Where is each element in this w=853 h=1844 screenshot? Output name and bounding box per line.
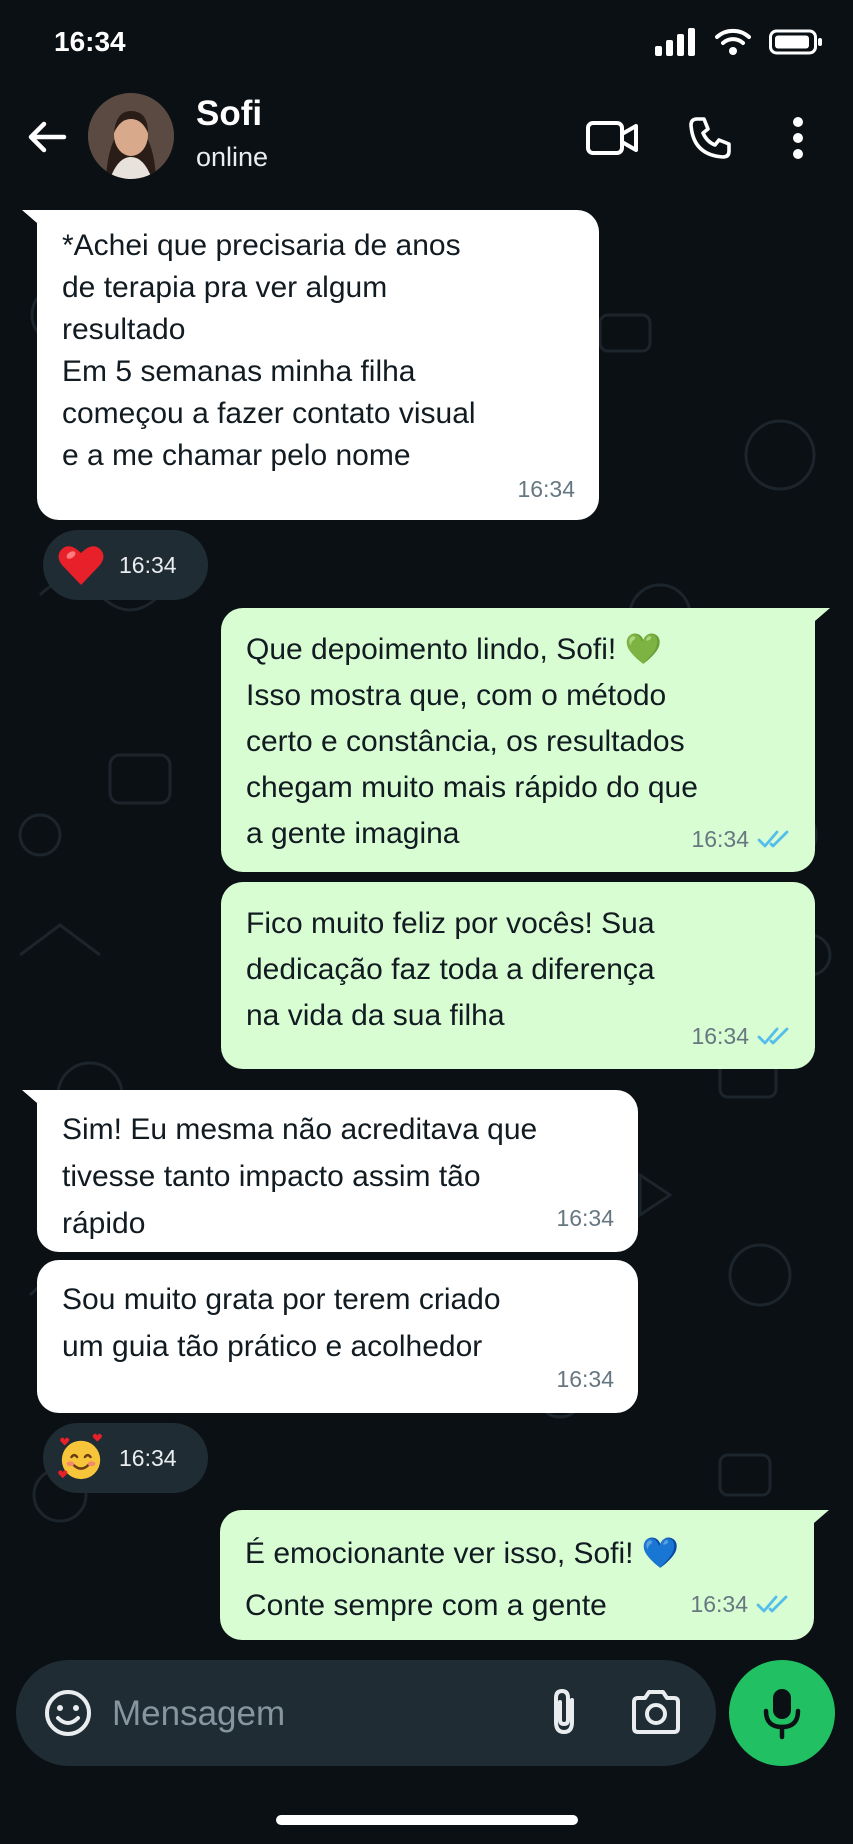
message-time: 16:34 — [517, 476, 575, 502]
emoji-icon — [45, 1690, 91, 1736]
message-meta: 16:34 — [690, 1578, 790, 1630]
message-composer — [16, 1660, 716, 1766]
read-receipt-icon — [756, 1595, 788, 1613]
read-receipt-icon — [757, 830, 789, 848]
wifi-icon — [715, 28, 751, 55]
video-call-icon — [586, 121, 638, 155]
message-incoming[interactable]: Sou muito grata por terem criado um guia… — [37, 1260, 638, 1413]
contact-status: online — [196, 142, 269, 172]
message-input[interactable] — [110, 1684, 514, 1744]
message-time: 16:34 — [556, 1366, 614, 1392]
camera-button[interactable] — [626, 1682, 686, 1742]
voice-call-button[interactable] — [682, 110, 738, 166]
more-vert-icon — [793, 117, 803, 159]
message-time: 16:34 — [119, 551, 177, 578]
message-outgoing[interactable]: É emocionante ver isso, Sofi! 💙 Conte se… — [220, 1510, 814, 1640]
message-time: 16:34 — [556, 1205, 614, 1231]
message-text: Sim! Eu mesma não acreditava que tivesse… — [62, 1113, 538, 1240]
message-emoji-incoming[interactable]: 16:34 — [43, 530, 208, 600]
message-outgoing[interactable]: Que depoimento lindo, Sofi! 💚 Isso mostr… — [221, 608, 815, 872]
message-meta: 16:34 — [691, 1013, 791, 1059]
read-receipt-icon — [757, 1027, 789, 1045]
mic-icon — [763, 1689, 801, 1740]
camera-icon — [632, 1690, 680, 1734]
signal-icon — [655, 28, 695, 56]
message-meta: 16:34 — [556, 1356, 614, 1403]
status-icons — [655, 28, 823, 56]
message-time: 16:34 — [691, 826, 749, 852]
smiling-face-with-hearts-icon — [58, 1433, 102, 1480]
status-time: 16:34 — [54, 26, 126, 57]
heart-emoji — [57, 541, 105, 589]
battery-icon — [769, 29, 822, 55]
message-incoming[interactable]: Sim! Eu mesma não acreditava que tivesse… — [37, 1090, 638, 1252]
back-button[interactable] — [22, 112, 72, 162]
message-text: Sou muito grata por terem criado um guia… — [62, 1283, 501, 1363]
message-text: *Achei que precisaria de anos de terapia… — [62, 229, 476, 472]
status-bar: 16:34 — [0, 0, 853, 90]
smiling-face-with-hearts-emoji — [57, 1433, 105, 1482]
mic-button[interactable] — [729, 1660, 835, 1766]
message-meta: 16:34 — [517, 468, 575, 510]
message-time: 16:34 — [119, 1444, 177, 1471]
heart-icon — [58, 546, 104, 585]
message-incoming[interactable]: *Achei que precisaria de anos de terapia… — [37, 210, 599, 520]
chat-header: Sofi online — [0, 90, 853, 195]
phone-icon — [689, 117, 731, 159]
more-options-button[interactable] — [770, 110, 826, 166]
message-time: 16:34 — [690, 1591, 748, 1617]
contact-name[interactable]: Sofi — [196, 94, 262, 134]
avatar-image — [88, 93, 174, 179]
video-call-button[interactable] — [584, 110, 640, 166]
attach-icon — [554, 1688, 574, 1735]
message-meta: 16:34 — [556, 1195, 614, 1242]
back-arrow-icon — [28, 121, 67, 153]
attach-button[interactable] — [536, 1682, 596, 1742]
message-meta: 16:34 — [691, 816, 791, 862]
avatar[interactable] — [88, 93, 174, 179]
home-indicator[interactable] — [276, 1815, 578, 1825]
message-outgoing[interactable]: Fico muito feliz por vocês! Sua dedicaçã… — [221, 882, 815, 1069]
emoji-button[interactable] — [40, 1685, 96, 1741]
message-time: 16:34 — [691, 1023, 749, 1049]
message-emoji-incoming[interactable]: 16:34 — [43, 1423, 208, 1493]
